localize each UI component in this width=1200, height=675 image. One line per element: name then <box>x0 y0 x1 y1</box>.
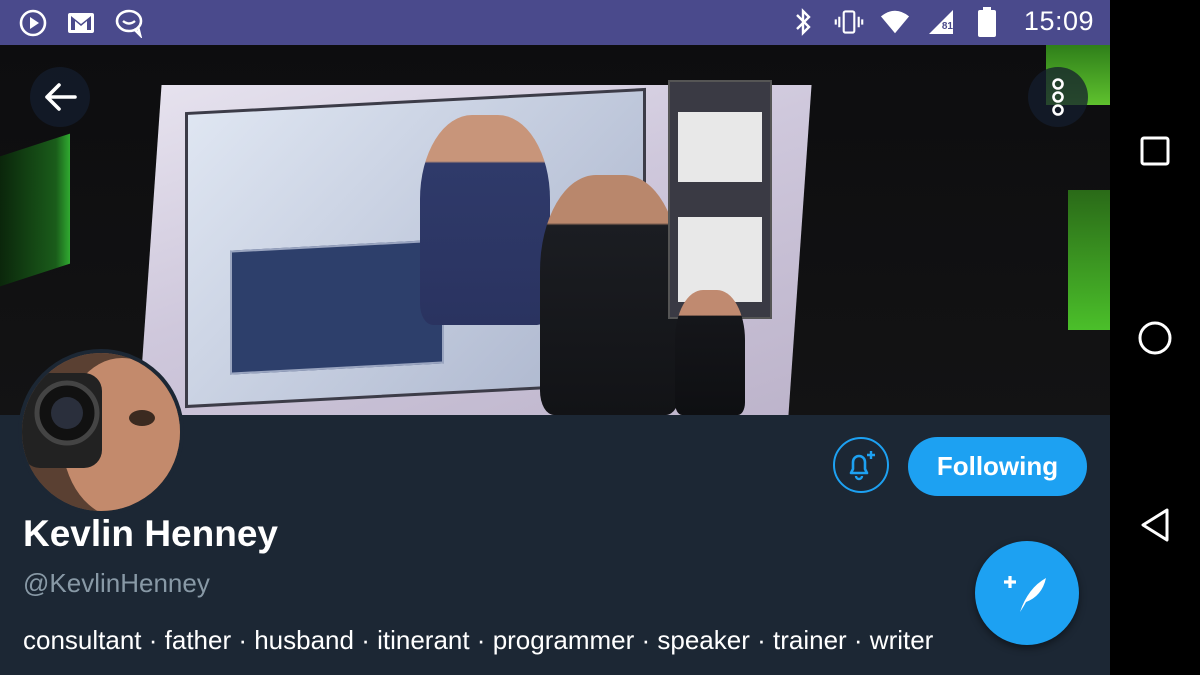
vibrate-icon <box>834 7 864 37</box>
bluetooth-icon <box>788 7 818 37</box>
projected-figure <box>420 115 550 325</box>
speaker-figure <box>675 290 745 415</box>
nav-back-button[interactable] <box>1130 500 1180 550</box>
battery-icon: 81 <box>942 6 1002 37</box>
home-icon <box>1138 321 1172 355</box>
stage-light <box>1068 190 1110 330</box>
following-button[interactable]: Following <box>908 437 1087 496</box>
compose-tweet-button[interactable] <box>975 541 1079 645</box>
chat-bubble-icon <box>114 8 144 38</box>
profile-banner-image[interactable] <box>0 45 1110 415</box>
system-nav-bar <box>1110 0 1200 675</box>
play-circle-icon <box>18 8 48 38</box>
bell-plus-icon <box>849 451 875 481</box>
stage-light <box>0 133 70 287</box>
avatar[interactable] <box>18 349 184 515</box>
avatar-photo <box>22 353 180 511</box>
back-button[interactable] <box>30 67 90 127</box>
projected-figure <box>540 175 680 415</box>
more-options-button[interactable] <box>1028 67 1088 127</box>
profile-bio: consultant · father · husband · itineran… <box>23 625 934 655</box>
wifi-icon <box>880 7 910 37</box>
more-vertical-icon <box>1052 78 1064 116</box>
profile-name: Kevlin Henney <box>23 513 278 554</box>
clock: 15:09 <box>1023 6 1094 36</box>
profile-handle: @KevlinHenney <box>23 568 210 598</box>
recent-apps-button[interactable] <box>1130 126 1180 176</box>
home-button[interactable] <box>1130 313 1180 363</box>
back-icon <box>1141 508 1169 542</box>
battery-level: 81 <box>941 21 953 32</box>
gmail-icon <box>66 8 96 38</box>
back-arrow-icon <box>45 83 77 111</box>
status-bar: 81 15:09 <box>0 0 1110 45</box>
info-board <box>668 80 772 319</box>
compose-tweet-icon <box>1004 576 1046 612</box>
recent-apps-icon <box>1140 136 1170 166</box>
notifications-button[interactable] <box>833 437 889 493</box>
slide-terminal <box>230 239 444 375</box>
